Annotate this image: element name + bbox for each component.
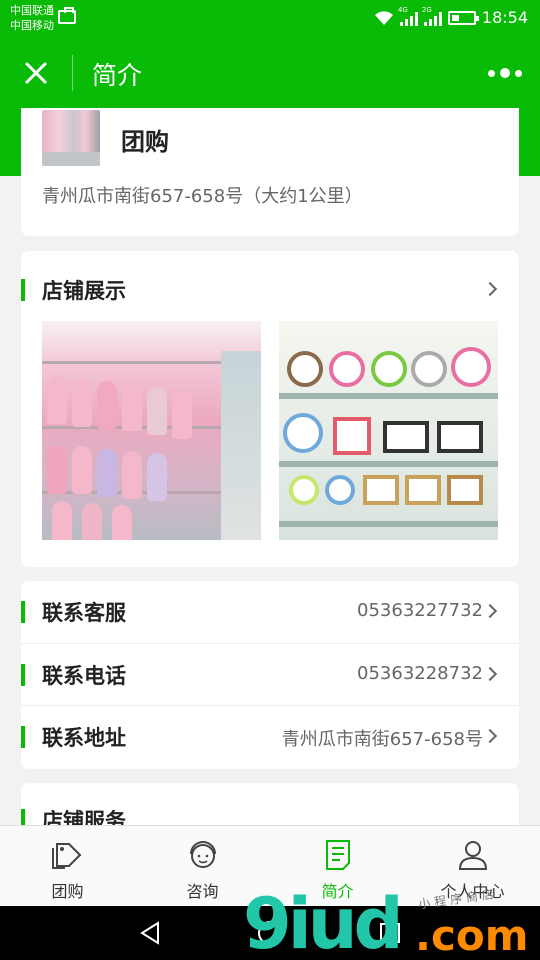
- more-icon-dot: [488, 69, 495, 77]
- watermark-suffix: .com: [415, 911, 529, 960]
- row-value: 青州瓜市南街657-658号: [281, 729, 483, 750]
- back-button[interactable]: [136, 919, 164, 947]
- nav-divider: [72, 55, 73, 91]
- store-info-card: 团购 青州瓜市南街657-658号（大约1公里）: [21, 108, 519, 236]
- carrier-1: 中国联通: [10, 4, 54, 17]
- store-showcase-card[interactable]: 店铺展示: [21, 251, 519, 567]
- watermark-brand: 9iud: [243, 883, 404, 960]
- back-triangle-icon: [140, 921, 159, 945]
- briefcase-icon: [58, 7, 76, 24]
- clock-shelves-photo[interactable]: [279, 321, 498, 540]
- status-indicators: 4G 2G 18:54: [374, 6, 528, 27]
- contact-card: 联系客服 05363227732 联系电话 05363228732 联系地址 青…: [21, 581, 519, 769]
- close-icon: [24, 61, 48, 85]
- status-time: 18:54: [481, 8, 528, 27]
- contact-phone-row[interactable]: 联系电话 05363228732: [21, 643, 519, 705]
- tab-label: 团购: [51, 882, 84, 901]
- row-label: 联系地址: [42, 726, 126, 750]
- user-icon: [456, 838, 490, 872]
- row-label: 联系电话: [42, 664, 126, 688]
- watermark-small-text: 小程序商店: [417, 886, 499, 912]
- doll-shelves-photo[interactable]: [42, 321, 261, 540]
- close-button[interactable]: [16, 53, 56, 93]
- chevron-right-icon: [482, 728, 498, 744]
- store-name: 团购: [121, 128, 169, 156]
- contact-service-row[interactable]: 联系客服 05363227732: [21, 581, 519, 643]
- contact-address-row[interactable]: 联系地址 青州瓜市南街657-658号: [21, 705, 519, 767]
- section-accent: [21, 279, 25, 301]
- carrier-2: 中国移动: [10, 19, 54, 32]
- more-icon-dot: [515, 69, 522, 77]
- row-value: 05363227732: [357, 600, 483, 621]
- section-accent: [21, 601, 25, 623]
- document-icon: [321, 838, 355, 872]
- signal-4g-icon: 4G: [398, 6, 418, 26]
- store-thumbnail[interactable]: [42, 110, 100, 166]
- tag-icon: [51, 838, 85, 872]
- page-title: 简介: [92, 61, 143, 90]
- navigation-bar: 简介: [0, 38, 540, 108]
- store-address: 青州瓜市南街657-658号（大约1公里）: [42, 186, 363, 207]
- showcase-title: 店铺展示: [42, 279, 126, 303]
- status-bar: 中国联通 中国移动 4G 2G 18:54: [0, 0, 540, 38]
- wifi-icon: [374, 10, 394, 26]
- chevron-right-icon: [482, 603, 498, 619]
- chevron-right-icon: [482, 666, 498, 682]
- more-icon-dot: [500, 68, 510, 78]
- tab-group-buy[interactable]: 团购: [0, 826, 135, 907]
- more-button[interactable]: [488, 66, 522, 80]
- section-accent: [21, 664, 25, 686]
- row-value: 05363228732: [357, 663, 483, 684]
- watermark: 9iud .com 小程序商店: [243, 883, 540, 960]
- carrier-info: 中国联通 中国移动: [10, 3, 54, 33]
- chevron-right-icon: [482, 281, 498, 297]
- row-label: 联系客服: [42, 601, 126, 625]
- customer-service-icon: [186, 838, 220, 872]
- section-accent: [21, 726, 25, 748]
- signal-2g-icon: 2G: [422, 6, 442, 26]
- battery-icon: [447, 10, 479, 25]
